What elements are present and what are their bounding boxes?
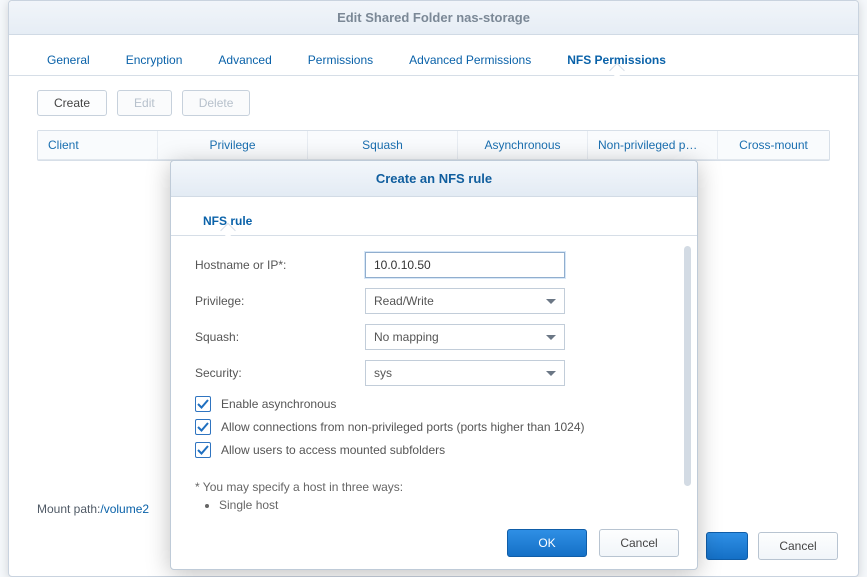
window-footer: Cancel <box>706 532 838 560</box>
nonpriv-label: Allow connections from non-privileged po… <box>221 420 585 434</box>
tab-nfs-permissions[interactable]: NFS Permissions <box>549 45 684 75</box>
tab-advanced-permissions[interactable]: Advanced Permissions <box>391 45 549 75</box>
col-squash[interactable]: Squash <box>308 131 458 159</box>
chevron-down-icon <box>546 299 556 304</box>
mount-path-value: /volume2 <box>100 502 149 516</box>
dialog-title: Create an NFS rule <box>171 161 697 197</box>
chevron-down-icon <box>546 371 556 376</box>
delete-button: Delete <box>182 90 251 116</box>
privilege-select[interactable]: Read/Write <box>365 288 565 314</box>
subfolders-checkbox[interactable] <box>195 442 211 458</box>
hint-text: * You may specify a host in three ways: … <box>195 480 673 512</box>
check-icon <box>197 444 209 456</box>
nonpriv-checkbox[interactable] <box>195 419 211 435</box>
col-nonpriv[interactable]: Non-privileged p… <box>588 131 718 159</box>
dialog-tabs: NFS rule <box>171 197 697 236</box>
privilege-label: Privilege: <box>195 294 365 308</box>
subfolders-label: Allow users to access mounted subfolders <box>221 443 445 457</box>
mount-path: Mount path:/volume2 <box>37 502 149 516</box>
col-privilege[interactable]: Privilege <box>158 131 308 159</box>
tab-nfs-rule[interactable]: NFS rule <box>189 207 266 235</box>
table-header: Client Privilege Squash Asynchronous Non… <box>38 131 829 160</box>
tab-advanced[interactable]: Advanced <box>200 45 289 75</box>
nfs-rules-table: Client Privilege Squash Asynchronous Non… <box>37 130 830 161</box>
col-client[interactable]: Client <box>38 131 158 159</box>
edit-button: Edit <box>117 90 172 116</box>
window-title: Edit Shared Folder nas-storage <box>9 1 858 35</box>
dialog-cancel-button[interactable]: Cancel <box>599 529 679 557</box>
hint-intro: * You may specify a host in three ways: <box>195 480 673 494</box>
privilege-value: Read/Write <box>374 294 434 308</box>
dialog-ok-button[interactable]: OK <box>507 529 587 557</box>
security-value: sys <box>374 366 392 380</box>
scrollbar-thumb[interactable] <box>684 246 691 486</box>
async-checkbox[interactable] <box>195 396 211 412</box>
dialog-footer: OK Cancel <box>171 517 697 569</box>
mount-path-label: Mount path: <box>37 502 100 516</box>
tab-permissions[interactable]: Permissions <box>290 45 391 75</box>
squash-value: No mapping <box>374 330 439 344</box>
create-button[interactable]: Create <box>37 90 107 116</box>
check-icon <box>197 421 209 433</box>
create-nfs-rule-dialog: Create an NFS rule NFS rule Hostname or … <box>170 160 698 570</box>
security-label: Security: <box>195 366 365 380</box>
tab-general[interactable]: General <box>29 45 108 75</box>
window-ok-button-partial[interactable] <box>706 532 748 560</box>
async-label: Enable asynchronous <box>221 397 336 411</box>
chevron-down-icon <box>546 335 556 340</box>
hint-item: Single host <box>219 498 673 512</box>
tab-encryption[interactable]: Encryption <box>108 45 201 75</box>
hostname-label: Hostname or IP*: <box>195 258 365 272</box>
squash-label: Squash: <box>195 330 365 344</box>
col-crossmount[interactable]: Cross-mount <box>718 131 829 159</box>
toolbar: Create Edit Delete <box>9 76 858 130</box>
col-async[interactable]: Asynchronous <box>458 131 588 159</box>
squash-select[interactable]: No mapping <box>365 324 565 350</box>
hostname-input[interactable] <box>365 252 565 278</box>
main-tabs: General Encryption Advanced Permissions … <box>9 35 858 76</box>
security-select[interactable]: sys <box>365 360 565 386</box>
dialog-body: Hostname or IP*: Privilege: Read/Write S… <box>171 236 697 517</box>
window-cancel-button[interactable]: Cancel <box>758 532 838 560</box>
check-icon <box>197 398 209 410</box>
